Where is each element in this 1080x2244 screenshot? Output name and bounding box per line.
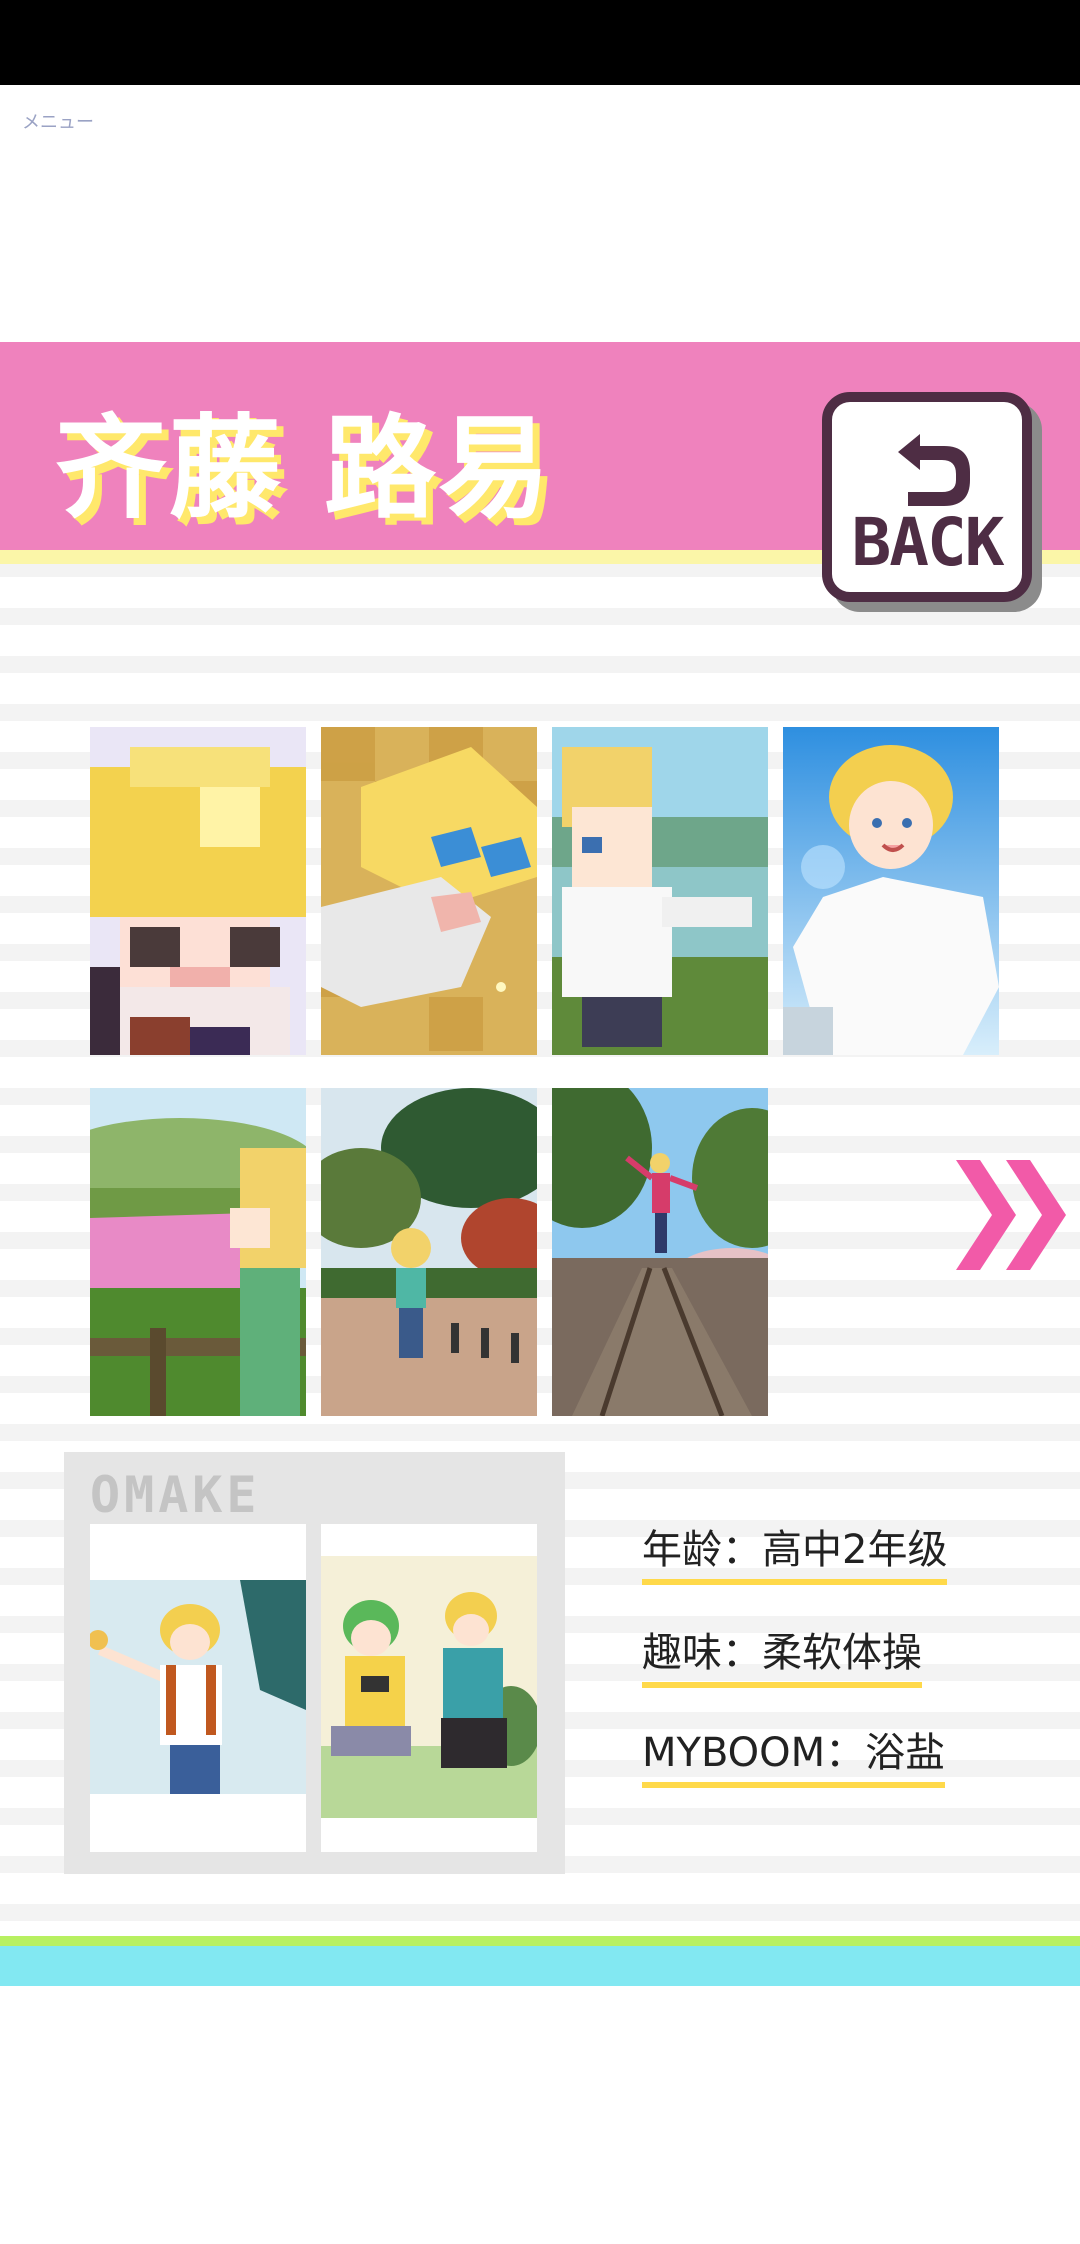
gallery-thumb-boy-in-sky[interactable] [783, 727, 999, 1055]
omake-art-boy-waving [90, 1580, 306, 1794]
profile-age: 年龄：高中2年级 [642, 1517, 948, 1585]
status-bar [0, 0, 1080, 85]
gallery-thumb-pixel-character-flower-field[interactable] [90, 1088, 306, 1416]
character-name-title: 齐藤 路易 [55, 404, 552, 534]
pixel-face-image [90, 727, 306, 1055]
profile-myboom: MYBOOM：浴盐 [642, 1720, 946, 1788]
park-image [321, 1088, 537, 1416]
footer-stripe-cyan [0, 1946, 1080, 1986]
pixel-gold-tiles-image [321, 727, 537, 1055]
omake-card-2[interactable] [321, 1524, 537, 1852]
omake-panel: OMAKE [64, 1452, 565, 1874]
back-button[interactable]: BACK [822, 392, 1032, 602]
omake-title: OMAKE [90, 1466, 261, 1524]
menu-link[interactable]: メニュー [22, 108, 94, 134]
footer-stripe-green [0, 1936, 1080, 1946]
flower-field-image [90, 1088, 306, 1416]
profile-hobby: 趣味：柔软体操 [642, 1620, 922, 1688]
gallery-thumb-pixel-face-gold-tiles[interactable] [321, 727, 537, 1055]
gallery-thumb-pixel-character-by-lake[interactable] [552, 727, 768, 1055]
pixel-lake-image [552, 727, 768, 1055]
gallery-thumb-pixel-face-closeup[interactable] [90, 727, 306, 1055]
omake-card-1[interactable] [90, 1524, 306, 1852]
railway-image [552, 1088, 768, 1416]
gallery-thumb-boy-in-park[interactable] [321, 1088, 537, 1416]
return-arrow-icon [898, 434, 970, 506]
back-label: BACK [851, 504, 1005, 581]
gallery-thumb-person-on-railway[interactable] [552, 1088, 768, 1416]
omake-art-two-boys-gaming [321, 1556, 537, 1818]
next-page-arrow-icon[interactable] [956, 1160, 1076, 1270]
boy-sky-image [783, 727, 999, 1055]
